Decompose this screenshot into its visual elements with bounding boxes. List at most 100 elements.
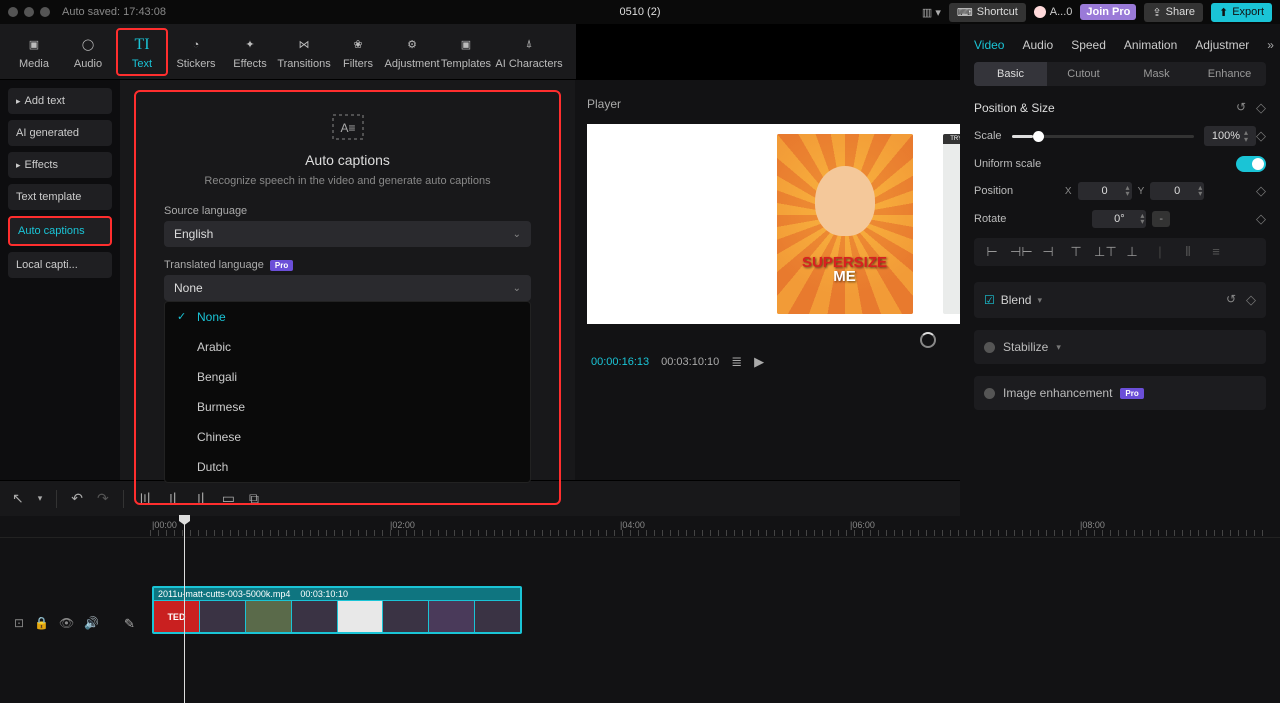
distribute-v-icon[interactable]: ≡ [1206, 244, 1226, 260]
redo-icon[interactable]: ↷ [97, 490, 109, 507]
loading-icon [920, 332, 936, 348]
keyframe-icon[interactable]: ◇ [1256, 183, 1266, 199]
inspector-tab-animation[interactable]: Animation [1124, 38, 1177, 52]
option-burmese[interactable]: Burmese [165, 392, 530, 422]
inspector-tab-adjustment[interactable]: Adjustmer [1195, 38, 1249, 52]
sidebar-auto-captions[interactable]: Auto captions [8, 216, 112, 246]
close-dot[interactable] [8, 7, 18, 17]
option-none[interactable]: None [165, 302, 530, 332]
option-chinese[interactable]: Chinese [165, 422, 530, 452]
blend-section[interactable]: ☑Blend▾ ↺◇ [974, 282, 1266, 318]
align-center-h-icon[interactable]: ⊣⊢ [1010, 244, 1030, 260]
tab-audio[interactable]: ◯Audio [62, 30, 114, 74]
sidebar-ai-generated[interactable]: AI generated [8, 120, 112, 146]
autosave-text: Auto saved: 17:43:08 [62, 6, 166, 18]
position-y-input[interactable]: 0▴▾ [1150, 182, 1204, 200]
rotate-input[interactable]: 0°▴▾ [1092, 210, 1146, 228]
sidebar-text-template[interactable]: Text template [8, 184, 112, 210]
inspector-tab-video[interactable]: Video [974, 38, 1004, 52]
svg-text:A≡: A≡ [340, 121, 355, 135]
keyframe-icon[interactable]: ◇ [1256, 100, 1266, 116]
sidebar-add-text[interactable]: Add text [8, 88, 112, 114]
align-right-icon[interactable]: ⊣ [1038, 244, 1058, 260]
sidebar-local-captions[interactable]: Local capti... [8, 252, 112, 278]
clip-thumb [200, 601, 245, 632]
align-top-icon[interactable]: ⊤ [1066, 244, 1086, 260]
document-title: 0510 (2) [620, 6, 661, 18]
source-language-select[interactable]: English⌄ [164, 221, 531, 247]
pointer-icon[interactable]: ↖ [12, 490, 24, 507]
tab-filters[interactable]: ❀Filters [332, 30, 384, 74]
position-x-input[interactable]: 0▴▾ [1078, 182, 1132, 200]
list-view-icon[interactable]: ≣ [731, 354, 742, 370]
distribute-h-icon[interactable]: ⫴ [1178, 244, 1198, 260]
tab-effects[interactable]: ✦Effects [224, 30, 276, 74]
subtab-cutout[interactable]: Cutout [1047, 62, 1120, 86]
image-enhancement-section[interactable]: Image enhancement Pro [974, 376, 1266, 410]
templates-icon: ▣ [455, 34, 477, 56]
shortcut-button[interactable]: ⌨Shortcut [949, 3, 1026, 22]
timeline[interactable]: |00:00 |02:00 |04:00 |06:00 |08:00 ⊡ 🔒 👁… [0, 516, 1280, 703]
lock-icon[interactable]: 🔒 [34, 616, 49, 630]
pencil-icon[interactable]: ✎ [124, 616, 135, 632]
stickers-icon: ◔ [185, 34, 207, 56]
collapse-icon[interactable]: ⊡ [14, 616, 24, 630]
min-dot[interactable] [24, 7, 34, 17]
video-clip[interactable]: 2011u-matt-cutts-003-5000k.mp400:03:10:1… [152, 586, 522, 634]
align-bottom-icon[interactable]: ⊥ [1122, 244, 1142, 260]
total-time: 00:03:10:10 [661, 356, 719, 368]
keyframe-icon[interactable]: ◇ [1256, 128, 1266, 144]
subtab-mask[interactable]: Mask [1120, 62, 1193, 86]
radio-off-icon[interactable] [984, 388, 995, 399]
clip-thumb [292, 601, 337, 632]
scale-slider[interactable] [1012, 135, 1194, 138]
align-left-icon[interactable]: ⊢ [982, 244, 1002, 260]
eye-icon[interactable]: 👁 [59, 616, 74, 630]
align-middle-icon[interactable]: ⊥⊤ [1094, 244, 1114, 260]
subtab-enhance[interactable]: Enhance [1193, 62, 1266, 86]
stabilize-section[interactable]: Stabilize▾ [974, 330, 1266, 364]
layout-icon[interactable]: ▥ ▾ [922, 6, 941, 19]
keyframe-icon[interactable]: ◇ [1246, 292, 1256, 308]
reset-icon[interactable]: ↺ [1226, 292, 1236, 308]
track-tools: ⊡ 🔒 👁 🔊 [14, 616, 99, 630]
inspector-tab-speed[interactable]: Speed [1071, 38, 1106, 52]
tab-media[interactable]: ▣Media [8, 30, 60, 74]
max-dot[interactable] [40, 7, 50, 17]
subtab-basic[interactable]: Basic [974, 62, 1047, 86]
translated-language-select[interactable]: None⌄ [164, 275, 531, 301]
tab-stickers[interactable]: ◔Stickers [170, 30, 222, 74]
inspector-subtabs: Basic Cutout Mask Enhance [974, 62, 1266, 86]
uniform-toggle[interactable] [1236, 156, 1266, 172]
join-pro-button[interactable]: Join Pro [1080, 4, 1136, 20]
more-tabs-icon[interactable]: » [1267, 38, 1274, 52]
share-button[interactable]: ⇪Share [1144, 3, 1203, 22]
tab-transitions[interactable]: ⋈Transitions [278, 30, 330, 74]
checkbox-icon[interactable]: ☑ [984, 293, 995, 307]
option-arabic[interactable]: Arabic [165, 332, 530, 362]
captions-description: Recognize speech in the video and genera… [164, 174, 531, 189]
export-button[interactable]: ⬆Export [1211, 3, 1272, 22]
playhead[interactable] [184, 516, 185, 703]
sidebar-effects[interactable]: Effects [8, 152, 112, 178]
tab-templates[interactable]: ▣Templates [440, 30, 492, 74]
inspector-tab-audio[interactable]: Audio [1022, 38, 1053, 52]
option-dutch[interactable]: Dutch [165, 452, 530, 482]
timeline-ruler[interactable]: |00:00 |02:00 |04:00 |06:00 |08:00 [0, 516, 1280, 538]
reset-icon[interactable]: ↺ [1236, 100, 1246, 116]
text-icon: TI [131, 34, 153, 56]
rotate-reset[interactable]: - [1152, 211, 1170, 227]
option-bengali[interactable]: Bengali [165, 362, 530, 392]
tab-text[interactable]: TIText [116, 28, 168, 76]
scale-value[interactable]: 100%▴▾ [1204, 126, 1256, 146]
keyframe-icon[interactable]: ◇ [1256, 211, 1266, 227]
mute-icon[interactable]: 🔊 [84, 616, 99, 630]
user-chip[interactable]: A...0 [1034, 6, 1073, 18]
play-button[interactable]: ▶ [754, 354, 764, 370]
undo-icon[interactable]: ↶ [71, 490, 83, 507]
radio-off-icon[interactable] [984, 342, 995, 353]
chevron-down-icon: ⌄ [513, 229, 521, 240]
tab-adjustment[interactable]: ⚙Adjustment [386, 30, 438, 74]
tab-ai-characters[interactable]: ⍋AI Characters [494, 30, 564, 74]
arrow-down-icon[interactable]: ▾ [38, 493, 43, 504]
